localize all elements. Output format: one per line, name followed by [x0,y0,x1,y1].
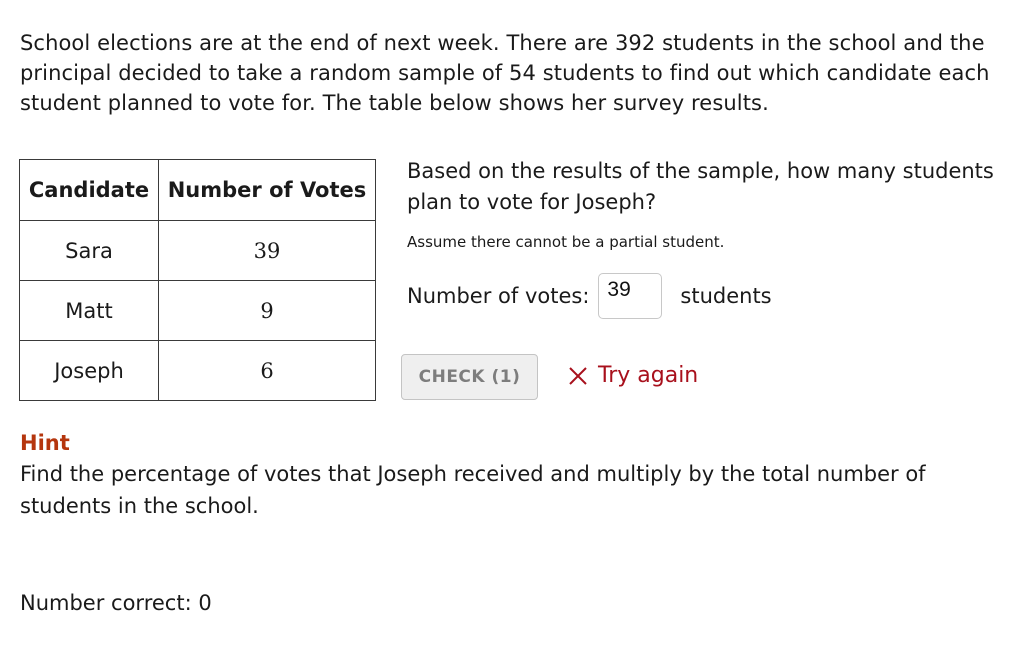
vote-count: 6 [158,340,376,401]
feedback-text: Try again [598,363,699,388]
answer-row: Number of votes: students [407,271,772,321]
table-row: Sara 39 [19,220,376,281]
question-text: Based on the results of the sample, how … [407,159,994,214]
feedback-message: Try again [568,363,698,388]
vote-count: 39 [158,220,376,281]
table-row: Joseph 6 [19,340,376,401]
answer-label: Number of votes: [407,284,590,308]
check-button[interactable]: CHECK (1) [401,354,538,400]
hint-title: Hint [20,431,70,455]
vote-count: 9 [158,280,376,341]
header-number-of-votes: Number of Votes [158,159,376,221]
number-of-votes-input[interactable] [598,273,663,319]
candidate-name: Sara [19,220,159,281]
score-counter: Number correct: 0 [20,591,212,615]
candidate-name: Joseph [19,340,159,401]
problem-intro-text: School elections are at the end of next … [20,31,990,115]
survey-results-table: Candidate Number of Votes Sara 39 Matt 9… [19,159,376,401]
question: Based on the results of the sample, how … [407,156,1007,218]
table-row: Matt 9 [19,280,376,341]
x-icon [568,366,588,386]
question-note: Assume there cannot be a partial student… [407,233,725,251]
problem-intro: School elections are at the end of next … [20,28,1010,118]
header-candidate: Candidate [19,159,159,221]
hint-text: Find the percentage of votes that Joseph… [20,462,926,518]
table-header-row: Candidate Number of Votes [19,159,376,221]
candidate-name: Matt [19,280,159,341]
answer-unit: students [680,284,772,308]
